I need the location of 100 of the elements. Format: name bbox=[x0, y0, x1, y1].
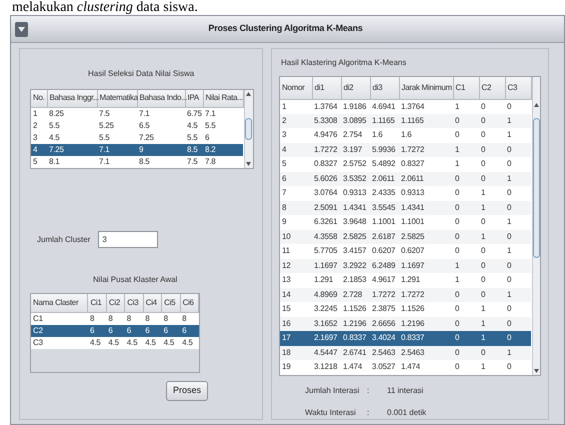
scroll-up-icon[interactable] bbox=[246, 92, 252, 96]
column-header[interactable]: Nama Claster bbox=[31, 294, 88, 312]
cluster-count-field[interactable]: 3 bbox=[98, 231, 158, 248]
table-cell: 19 bbox=[282, 362, 290, 372]
table-cell: 1 bbox=[455, 260, 460, 270]
window-menu-icon[interactable] bbox=[15, 22, 28, 36]
table-cell: 1.2196 bbox=[401, 318, 424, 328]
column-header[interactable]: Bahasa Inggr... bbox=[47, 90, 97, 107]
column-header[interactable]: No. bbox=[31, 90, 47, 107]
table-cell: 0 bbox=[455, 348, 460, 357]
scroll-down-icon[interactable] bbox=[246, 162, 252, 166]
table-cell: 8 bbox=[90, 314, 94, 322]
process-button[interactable]: Proses bbox=[166, 381, 208, 401]
table-cell: 1.6 bbox=[372, 130, 383, 140]
table-cell: 3.1218 bbox=[314, 362, 338, 372]
table-cell: 0 bbox=[507, 202, 512, 212]
table-cell: 1.1526 bbox=[401, 304, 424, 314]
scroll-down-icon[interactable] bbox=[534, 369, 539, 373]
selected-row[interactable]: 17 2.1697 0.8337 3.4024 0.8337 0 1 0 bbox=[280, 331, 531, 346]
table-row[interactable]: 12 1.1697 3.2922 6.2489 1.1697 1 0 0 bbox=[280, 258, 531, 273]
column-header[interactable]: C1 bbox=[453, 77, 479, 99]
table-row[interactable]: 18 4.5447 2.6741 2.5463 2.5463 0 0 1 bbox=[280, 346, 531, 360]
column-header[interactable]: Ci2 bbox=[106, 294, 125, 312]
table-cell: 3.4024 bbox=[372, 333, 396, 342]
stat-label: Jumlah Interasi bbox=[305, 385, 360, 397]
column-header[interactable]: C3 bbox=[505, 77, 531, 99]
table-row[interactable]: 14 4.8969 2.728 1.7272 1.7272 0 0 1 bbox=[280, 288, 531, 302]
table-row[interactable]: 8 2.5091 1.4341 3.5545 1.4341 0 1 0 bbox=[280, 200, 531, 215]
scrollbar[interactable] bbox=[532, 77, 540, 375]
table-row[interactable]: 5 8.1 7.1 8.5 7.5 7.8 bbox=[31, 156, 243, 168]
scroll-up-icon[interactable] bbox=[534, 103, 539, 107]
table-cell: 0 bbox=[455, 116, 460, 125]
table-cell: 7.5 bbox=[99, 108, 110, 118]
table-cell: 13 bbox=[282, 275, 290, 284]
column-header[interactable]: Ci3 bbox=[124, 294, 144, 312]
table-cell: 7 bbox=[282, 188, 286, 198]
table-cell: 5.9936 bbox=[372, 144, 396, 154]
table-cell: 6 bbox=[205, 132, 210, 142]
column-header[interactable]: Ci4 bbox=[143, 294, 162, 312]
table-title: Nilai Pusat Klaster Awal bbox=[93, 274, 178, 286]
table-cell: 1.4341 bbox=[401, 202, 424, 212]
table-cell: 1 bbox=[33, 108, 38, 118]
table-cell: 16 bbox=[282, 318, 290, 328]
table-cell: 2.3875 bbox=[372, 304, 396, 314]
table-row[interactable]: 1 8.25 7.5 7.1 6.75 7.1 bbox=[31, 107, 243, 120]
table-row[interactable]: C1 8 8 8 8 8 8 bbox=[31, 312, 198, 324]
table-cell: 0 bbox=[455, 362, 460, 372]
table-row[interactable]: 6 5.6026 3.5352 2.0611 2.0611 0 0 1 bbox=[280, 172, 531, 186]
table-cell: 2.6656 bbox=[372, 318, 396, 328]
table-cell: 8 bbox=[126, 314, 132, 322]
table-cell: 0 bbox=[455, 232, 460, 241]
selected-row[interactable]: C2 6 6 6 6 6 6 bbox=[31, 324, 198, 336]
table-cell: 3.1652 bbox=[314, 318, 338, 328]
column-header[interactable]: Bahasa Indo... bbox=[137, 90, 185, 107]
table-cell: C1 bbox=[33, 314, 43, 322]
table-row[interactable]: C3 4.5 4.5 4.5 4.5 4.5 4.5 bbox=[31, 336, 198, 348]
table-cell: 1 bbox=[455, 275, 460, 284]
table-cell: 6.5 bbox=[139, 120, 150, 130]
table-cell: 0 bbox=[455, 130, 460, 140]
column-header[interactable]: C2 bbox=[479, 77, 505, 99]
column-header[interactable]: di3 bbox=[370, 77, 399, 99]
table-cell: 0.8337 bbox=[401, 333, 424, 342]
table-cell: 0 bbox=[455, 246, 460, 256]
column-header[interactable]: Nomor bbox=[280, 77, 312, 99]
column-header[interactable]: di2 bbox=[341, 77, 370, 99]
stat-label: Waktu Interasi bbox=[305, 407, 357, 419]
table-cell: 4.5 bbox=[108, 338, 119, 346]
table-row[interactable]: 16 3.1652 1.2196 2.6656 1.2196 0 1 0 bbox=[280, 316, 531, 331]
table-cell: 8 bbox=[282, 202, 286, 212]
table-row[interactable]: 10 4.3558 2.5825 2.6187 2.5825 0 1 0 bbox=[280, 230, 531, 244]
column-header[interactable]: Nilai Rata... bbox=[203, 90, 243, 107]
table-cell: 0.6207 bbox=[372, 246, 396, 256]
column-header[interactable]: di1 bbox=[312, 77, 341, 99]
table-cell: 7.1 bbox=[139, 108, 150, 118]
table-cell: 15 bbox=[282, 304, 290, 314]
scrollbar[interactable] bbox=[244, 90, 253, 168]
table-cell: 1.291 bbox=[314, 275, 334, 284]
table-cell: 6 bbox=[164, 326, 168, 334]
table-cell: 4.5 bbox=[164, 338, 174, 346]
column-header[interactable]: IPA bbox=[185, 90, 203, 107]
table-cell: 2.1697 bbox=[314, 333, 338, 342]
table-cell: 1 bbox=[507, 246, 512, 256]
table-cell: 7.5 bbox=[187, 156, 198, 166]
table-cell: 2.5825 bbox=[343, 232, 366, 241]
table-cell: 5 bbox=[282, 159, 286, 168]
column-header[interactable]: Jarak Minimum bbox=[399, 77, 453, 99]
table-cell: 6 bbox=[108, 326, 113, 334]
column-header[interactable]: Matematika bbox=[97, 90, 137, 107]
column-header[interactable]: Ci6 bbox=[180, 294, 198, 312]
table-cell: 4.5 bbox=[126, 338, 138, 346]
table-cell: 4.5 bbox=[187, 120, 198, 130]
table-cell: 0 bbox=[507, 275, 512, 284]
table-cell: 5.5 bbox=[99, 132, 110, 142]
table-cell: 0 bbox=[481, 144, 486, 154]
table-cell: 4.5 bbox=[182, 338, 193, 346]
column-header[interactable]: Ci5 bbox=[162, 294, 180, 312]
table-cell: 1 bbox=[455, 159, 460, 168]
column-header[interactable]: Ci1 bbox=[88, 294, 106, 312]
table-cell: 0 bbox=[507, 144, 512, 154]
table-cell: 2.5091 bbox=[314, 202, 338, 212]
